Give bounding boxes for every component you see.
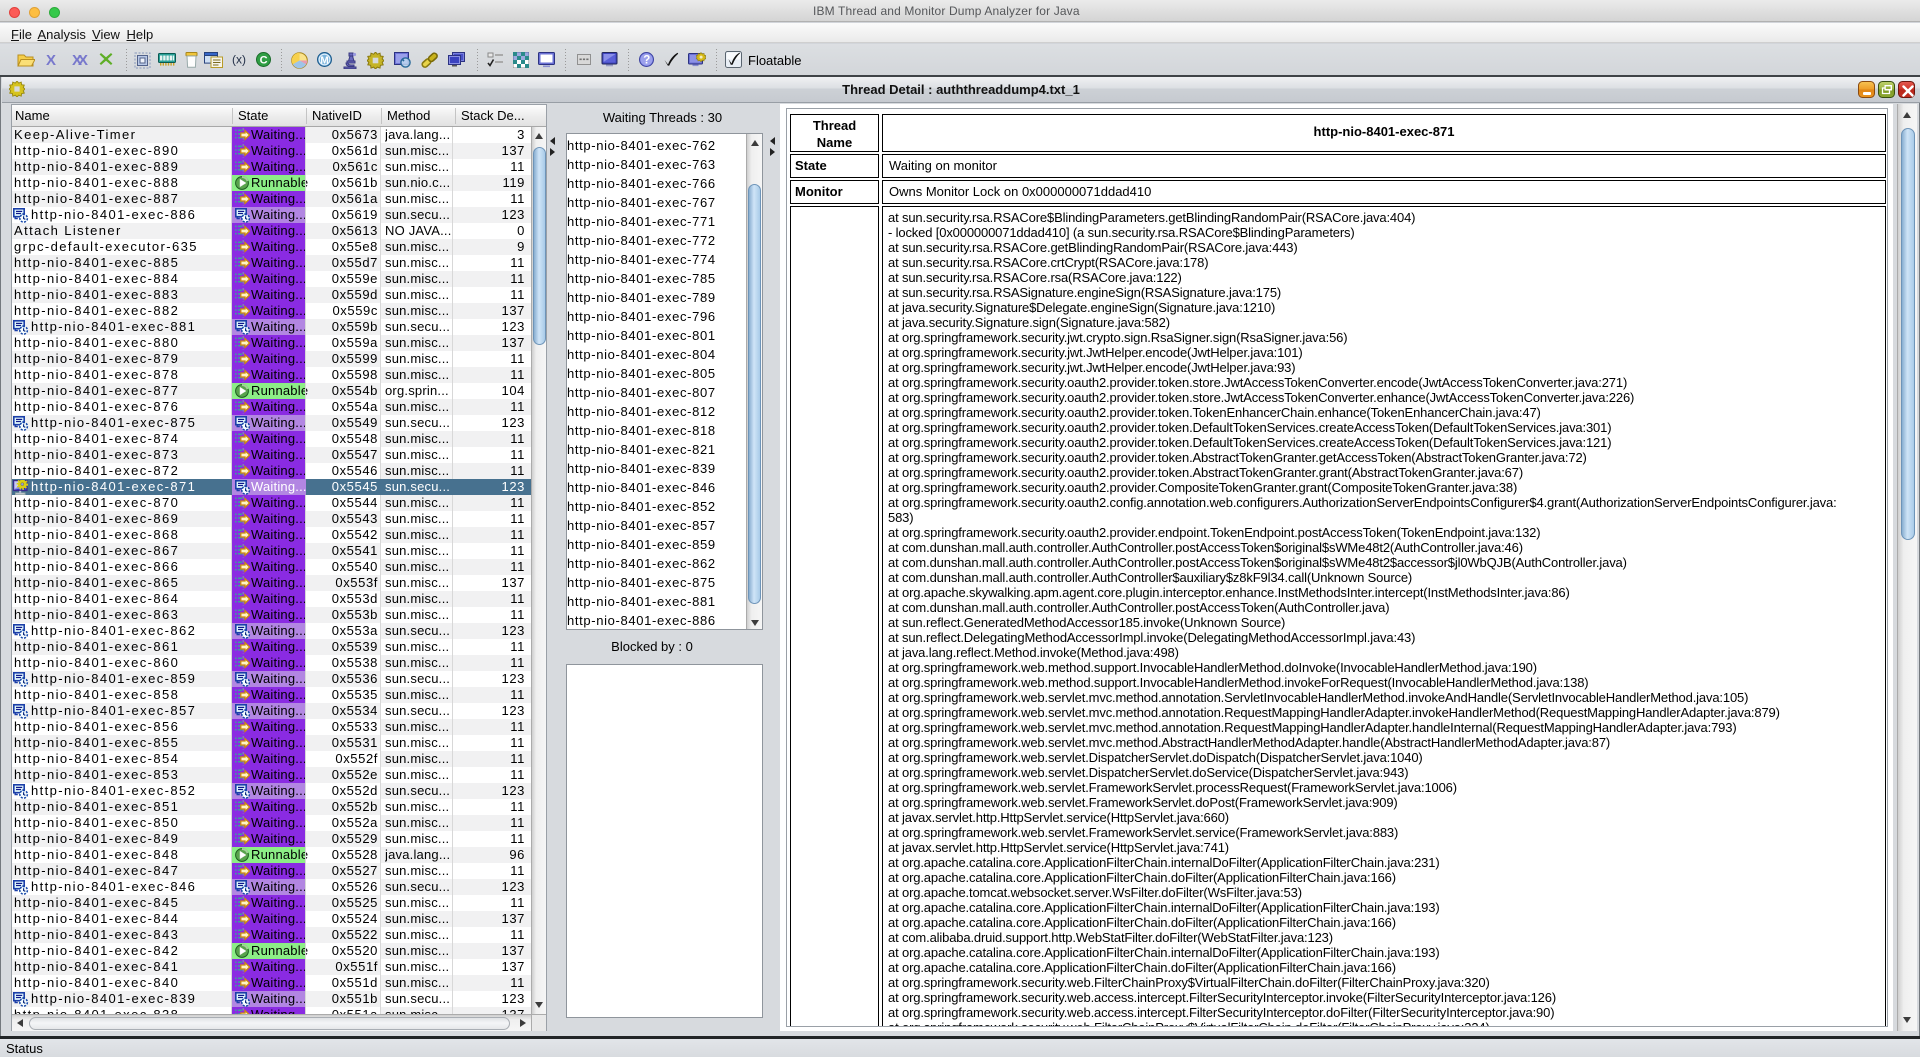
svg-text:(x): (x)	[232, 53, 246, 67]
svg-text:X: X	[78, 52, 88, 67]
svg-text:X: X	[46, 52, 56, 67]
svg-text:?: ?	[643, 55, 650, 67]
svg-text:C: C	[260, 55, 268, 67]
svg-text:M: M	[320, 55, 328, 66]
